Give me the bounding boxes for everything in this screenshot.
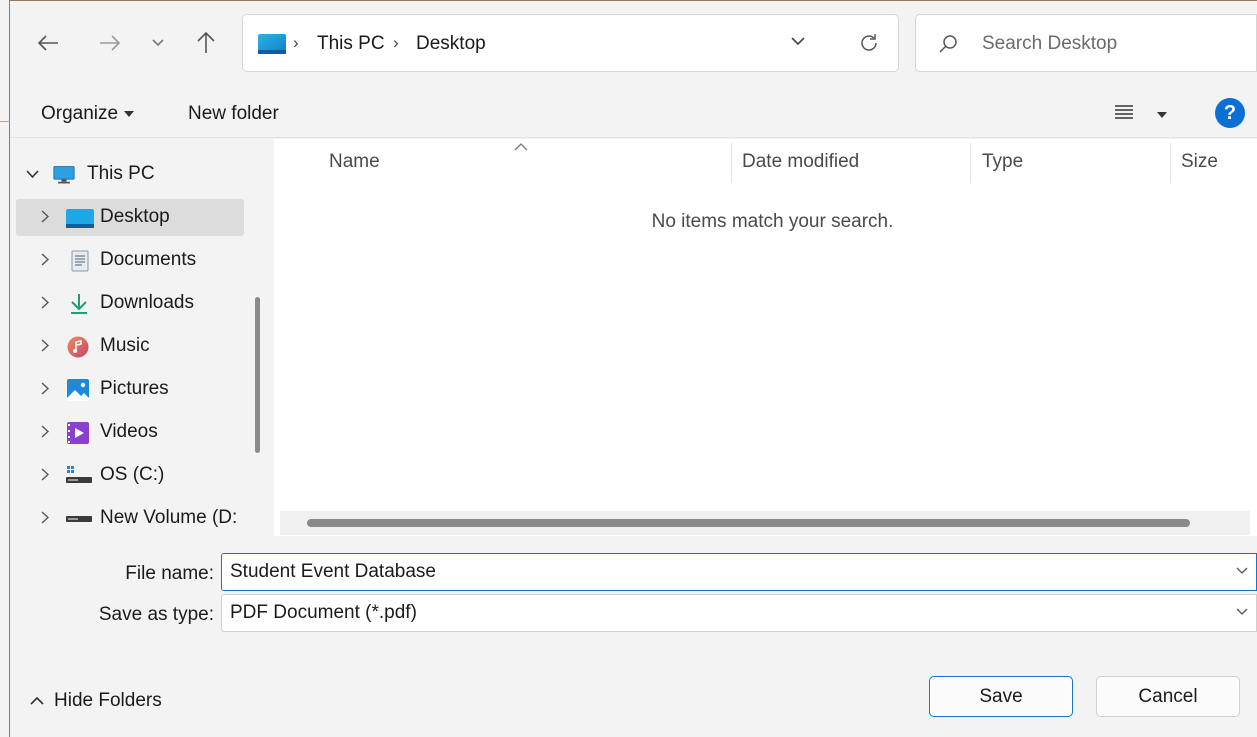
breadcrumb-this-pc[interactable]: This PC bbox=[317, 33, 385, 55]
documents-icon bbox=[71, 250, 89, 272]
arrow-up-icon bbox=[197, 32, 215, 53]
sidebar-item-music[interactable]: Music bbox=[16, 328, 244, 365]
file-name-label: File name: bbox=[125, 563, 214, 584]
parent-window-edge bbox=[0, 0, 10, 737]
file-name-value: Student Event Database bbox=[230, 561, 436, 582]
search-box[interactable] bbox=[915, 14, 1257, 72]
sort-ascending-icon bbox=[514, 143, 528, 151]
file-name-field[interactable]: Student Event Database bbox=[221, 553, 1257, 591]
arrow-right-icon bbox=[100, 35, 121, 51]
sidebar-item-label: This PC bbox=[87, 163, 155, 184]
chevron-down-icon[interactable] bbox=[26, 170, 39, 179]
desktop-icon bbox=[66, 209, 94, 228]
chevron-right-icon[interactable] bbox=[41, 382, 49, 395]
horizontal-scrollbar[interactable] bbox=[280, 511, 1250, 535]
sidebar-item-this-pc[interactable]: This PC bbox=[16, 156, 244, 193]
chevron-up-icon bbox=[30, 697, 44, 706]
desktop-icon bbox=[258, 34, 286, 54]
sidebar-item-downloads[interactable]: Downloads bbox=[16, 285, 244, 322]
sidebar-item-label: Documents bbox=[100, 249, 197, 270]
save-button[interactable]: Save bbox=[929, 676, 1073, 717]
sidebar-item-label: OS (C:) bbox=[100, 464, 165, 485]
sidebar-item-videos[interactable]: Videos bbox=[16, 414, 244, 451]
videos-icon bbox=[67, 422, 89, 444]
chevron-right-icon[interactable] bbox=[41, 511, 49, 524]
column-header-size[interactable]: Size bbox=[1181, 151, 1218, 173]
toolbar: Organize New folder ? bbox=[10, 88, 1257, 138]
chevron-right-icon[interactable] bbox=[41, 339, 49, 352]
up-button[interactable] bbox=[191, 28, 221, 58]
save-as-type-select[interactable]: PDF Document (*.pdf) bbox=[221, 594, 1257, 632]
sidebar-item-documents[interactable]: Documents bbox=[16, 242, 244, 279]
drive-c-icon bbox=[66, 466, 92, 483]
back-button[interactable] bbox=[33, 28, 63, 58]
breadcrumb-desktop[interactable]: Desktop bbox=[416, 33, 486, 55]
arrow-left-icon bbox=[37, 35, 58, 51]
save-as-type-value: PDF Document (*.pdf) bbox=[230, 602, 417, 623]
save-as-type-label: Save as type: bbox=[98, 604, 214, 625]
chevron-right-icon[interactable] bbox=[41, 296, 49, 309]
navigation-pane: This PC Desktop Documents Downloads Musi… bbox=[10, 139, 272, 536]
music-icon bbox=[67, 336, 89, 358]
drive-icon bbox=[66, 516, 92, 522]
chevron-right-icon[interactable] bbox=[41, 253, 49, 266]
recent-locations-button[interactable] bbox=[143, 28, 173, 58]
organize-label: Organize bbox=[41, 103, 119, 124]
chevron-down-icon[interactable] bbox=[1236, 608, 1248, 616]
sidebar-item-desktop[interactable]: Desktop bbox=[16, 199, 244, 236]
view-caret-icon[interactable] bbox=[1157, 112, 1167, 118]
sidebar-item-label: Downloads bbox=[100, 292, 194, 313]
file-list: Name Date modified Type Size No items ma… bbox=[274, 139, 1257, 536]
chevron-right-icon[interactable] bbox=[41, 425, 49, 438]
new-folder-button[interactable]: New folder bbox=[188, 103, 279, 125]
chevron-down-icon bbox=[152, 39, 164, 47]
chevron-right-icon[interactable] bbox=[41, 468, 49, 481]
cancel-button[interactable]: Cancel bbox=[1096, 676, 1240, 717]
view-options-icon[interactable] bbox=[1115, 104, 1133, 120]
chevron-right-icon[interactable] bbox=[41, 210, 49, 223]
sidebar-item-label: Pictures bbox=[100, 378, 169, 399]
column-header-type[interactable]: Type bbox=[982, 151, 1023, 173]
hide-folders-label: Hide Folders bbox=[54, 690, 162, 711]
downloads-icon bbox=[71, 294, 87, 314]
search-icon bbox=[939, 35, 957, 53]
address-dropdown-icon[interactable] bbox=[791, 37, 805, 46]
sidebar-item-label: Music bbox=[100, 335, 150, 356]
column-header-date-modified[interactable]: Date modified bbox=[742, 151, 859, 173]
sidebar-item-new-volume-d[interactable]: New Volume (D: bbox=[16, 500, 244, 536]
sidebar-item-os-c[interactable]: OS (C:) bbox=[16, 457, 244, 494]
computer-icon bbox=[53, 166, 75, 184]
organize-button[interactable]: Organize bbox=[41, 103, 135, 125]
empty-message: No items match your search. bbox=[651, 211, 894, 232]
help-icon[interactable]: ? bbox=[1215, 98, 1245, 128]
sidebar-item-label: Videos bbox=[100, 421, 158, 442]
sidebar-scrollbar[interactable] bbox=[255, 297, 260, 453]
search-input[interactable] bbox=[982, 29, 1242, 59]
refresh-icon[interactable] bbox=[858, 32, 880, 54]
sidebar-item-label: New Volume (D: bbox=[100, 507, 238, 528]
chevron-down-icon[interactable] bbox=[1236, 567, 1248, 575]
forward-button[interactable] bbox=[95, 28, 125, 58]
caret-down-icon bbox=[124, 110, 135, 117]
pictures-icon bbox=[67, 379, 89, 401]
sidebar-item-label: Desktop bbox=[100, 206, 170, 227]
hide-folders-button[interactable]: Hide Folders bbox=[30, 690, 162, 712]
column-header-name[interactable]: Name bbox=[329, 151, 380, 173]
sidebar-item-pictures[interactable]: Pictures bbox=[16, 371, 244, 408]
window-top-border bbox=[0, 0, 1257, 1]
address-bar[interactable]: › This PC › Desktop bbox=[242, 14, 899, 72]
scrollbar-thumb[interactable] bbox=[307, 519, 1190, 527]
